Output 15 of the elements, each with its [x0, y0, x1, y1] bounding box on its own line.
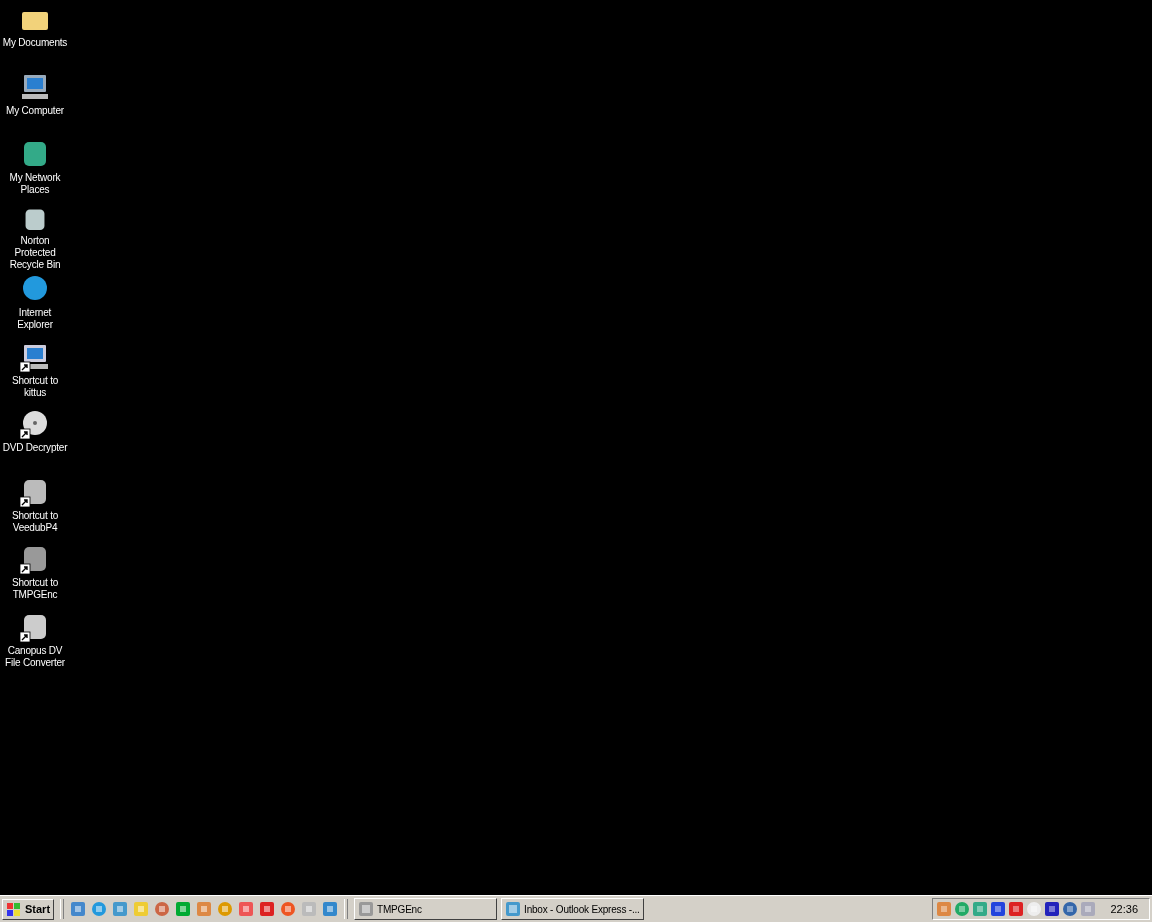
taskbar-button[interactable]: TMPGEnc [354, 898, 498, 920]
clock[interactable]: 22:36 [1110, 903, 1138, 915]
desktop-icon-label[interactable]: Shortcut to TMPGEnc [0, 577, 70, 601]
desktop-icon-label[interactable]: My Documents [0, 37, 70, 49]
desktop-icon-label[interactable]: Norton Protected Recycle Bin [0, 235, 70, 271]
desktop-icon-label[interactable]: DVD Decrypter [0, 442, 70, 454]
desktop-icon-label[interactable]: Shortcut to VeedubP4 [0, 509, 70, 534]
desktop-icon-label[interactable]: My Computer [0, 104, 70, 117]
taskbar-button[interactable]: Inbox - Outlook Express -... [501, 898, 645, 920]
desktop-icon-label[interactable]: Shortcut to kittus [0, 374, 70, 399]
start-button[interactable]: Start [2, 898, 55, 920]
desktop-icon-label[interactable]: Internet Explorer [0, 307, 70, 331]
desktop-icon-label[interactable]: Canopus DV File Converter [0, 644, 70, 669]
desktop-icon-label[interactable]: My Network Places [0, 172, 70, 196]
windows-flag-icon [6, 901, 22, 917]
